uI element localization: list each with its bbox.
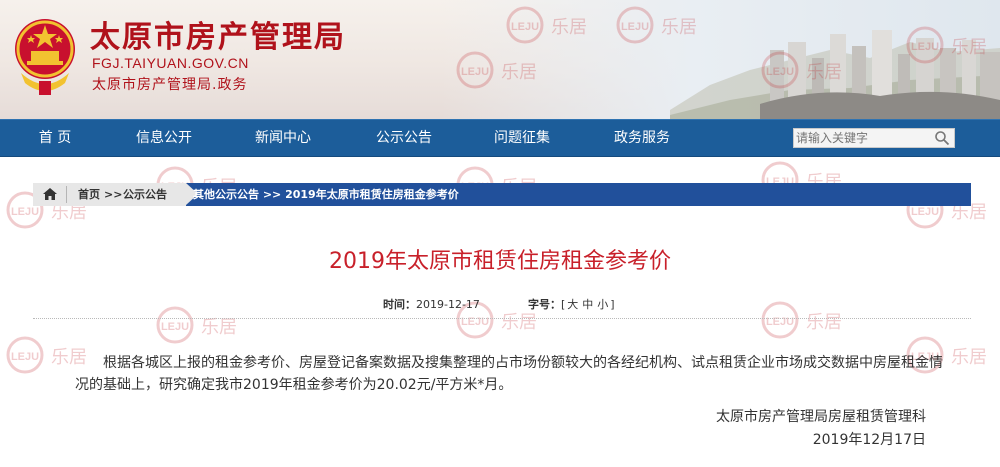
article-body: 根据各城区上报的租金参考价、房屋登记备案数据及搜集整理的占市场份额较大的各经纪机… <box>75 355 943 393</box>
svg-text:LEJU: LEJU <box>11 351 39 363</box>
site-domain: FGJ.TAIYUAN.GOV.CN <box>92 55 249 71</box>
main-nav: 首 页 信息公开 新闻中心 公示公告 问题征集 政务服务 <box>0 119 1000 157</box>
article-signature: 太原市房产管理局房屋租赁管理科 <box>716 409 926 425</box>
breadcrumb-separator: >> <box>104 188 123 201</box>
svg-text:LEJU: LEJU <box>911 206 939 218</box>
article-time: 时间：2019-12-17 <box>383 296 480 312</box>
city-skyline <box>760 30 1000 119</box>
leju-watermark: LEJU乐居 <box>761 301 842 339</box>
font-size-small[interactable]: 小 <box>595 298 610 311</box>
leju-watermark: LEJU 乐居 <box>156 306 237 344</box>
national-emblem-icon <box>15 19 75 95</box>
svg-text:LEJU: LEJU <box>161 321 189 333</box>
svg-text:乐居: 乐居 <box>806 312 842 333</box>
search-icon[interactable] <box>934 130 950 146</box>
site-header: 太原市房产管理局 FGJ.TAIYUAN.GOV.CN 太原市房产管理局.政务 <box>0 0 1000 119</box>
breadcrumb: 首页 >> 公示公告 其他公示公告 >> 2019年太原市租赁住房租金参考价 <box>33 183 971 206</box>
svg-text:乐居: 乐居 <box>501 312 537 333</box>
home-icon[interactable] <box>42 187 58 201</box>
nav-info-disclosure[interactable]: 信息公开 <box>114 120 214 157</box>
svg-text:乐居: 乐居 <box>951 347 987 368</box>
bracket-close: ] <box>610 298 615 311</box>
font-size-large[interactable]: 大 <box>565 298 580 311</box>
font-size-control: 字号：[大中小] <box>528 296 615 312</box>
svg-text:LEJU: LEJU <box>11 206 39 218</box>
nav-home[interactable]: 首 页 <box>5 120 105 157</box>
site-subtitle: 太原市房产管理局.政务 <box>92 77 248 93</box>
breadcrumb-home-link[interactable]: 首页 <box>78 183 100 206</box>
article-sign-date: 2019年12月17日 <box>812 432 926 448</box>
nav-gov-service[interactable]: 政务服务 <box>592 120 692 157</box>
article-title: 2019年太原市租赁住房租金参考价 <box>329 249 671 274</box>
breadcrumb-notice-link[interactable]: 公示公告 <box>123 183 167 206</box>
font-size-medium[interactable]: 中 <box>580 298 595 311</box>
site-title: 太原市房产管理局 <box>90 20 346 55</box>
breadcrumb-divider <box>66 186 67 203</box>
page: 太原市房产管理局 FGJ.TAIYUAN.GOV.CN 太原市房产管理局.政务 … <box>0 0 1000 467</box>
svg-text:乐居: 乐居 <box>201 317 237 338</box>
search-input[interactable] <box>796 130 932 146</box>
nav-public-notice[interactable]: 公示公告 <box>354 120 454 157</box>
time-value: 2019-12-17 <box>416 298 480 311</box>
time-label: 时间： <box>383 298 416 311</box>
breadcrumb-current: 其他公示公告 >> 2019年太原市租赁住房租金参考价 <box>193 188 459 201</box>
search-box <box>793 128 955 148</box>
font-size-label: 字号： <box>528 298 561 311</box>
nav-news-center[interactable]: 新闻中心 <box>233 120 333 157</box>
nav-question-collection[interactable]: 问题征集 <box>472 120 572 157</box>
meta-divider <box>33 318 971 319</box>
